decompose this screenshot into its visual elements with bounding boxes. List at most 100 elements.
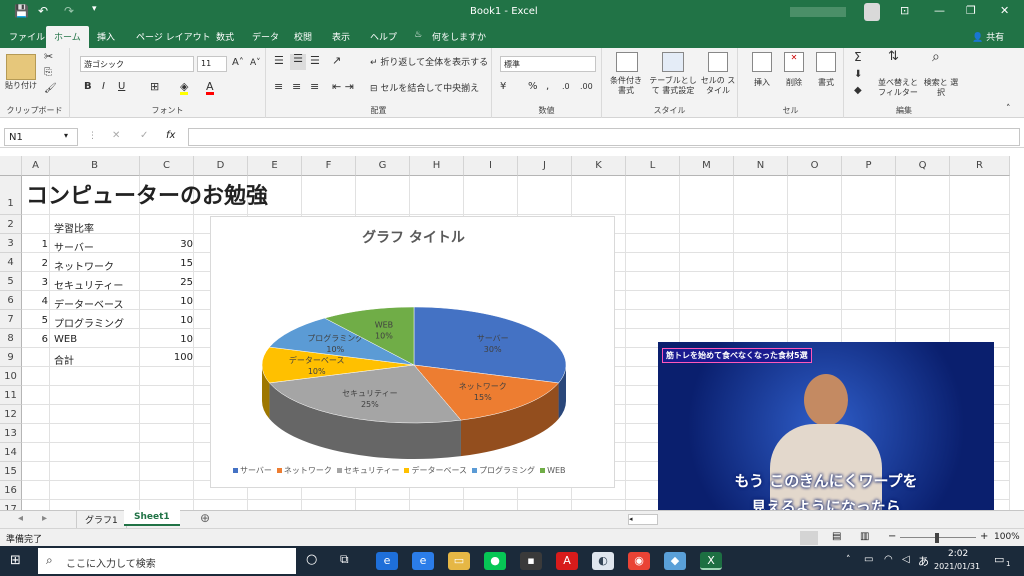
sort-filter-icon[interactable]: ⇅ <box>888 50 899 63</box>
zoom-level[interactable]: 100% <box>994 532 1020 542</box>
format-as-table-button[interactable]: テーブルとして 書式設定 <box>646 76 700 96</box>
item-value[interactable]: 15 <box>160 258 193 269</box>
row-header[interactable]: 14 <box>0 443 22 462</box>
add-sheet-icon[interactable]: ⊕ <box>200 511 210 525</box>
sheet-title[interactable]: コンピューターのお勉強 <box>26 178 268 210</box>
legend-item[interactable]: WEB <box>540 466 566 475</box>
column-header[interactable]: E <box>248 156 302 176</box>
ie-icon[interactable]: e <box>412 552 434 570</box>
cut-icon[interactable]: ✂ <box>44 51 53 62</box>
clear-icon[interactable]: ◆ <box>854 86 862 96</box>
align-right-icon[interactable]: ≡ <box>310 81 319 92</box>
item-number[interactable]: 3 <box>22 277 48 288</box>
item-number[interactable]: 1 <box>22 239 48 250</box>
collapse-ribbon-icon[interactable]: ˄ <box>1006 104 1011 114</box>
row-header[interactable]: 17 <box>0 500 22 510</box>
prev-sheet-icon[interactable]: ◂ <box>18 513 23 524</box>
row-header[interactable]: 2 <box>0 215 22 234</box>
row-header[interactable]: 3 <box>0 234 22 253</box>
customize-quick-access-icon[interactable]: ▾ <box>92 4 97 14</box>
tab-view[interactable]: 表示 <box>332 30 350 43</box>
notification-icon[interactable]: ▭ <box>994 553 1004 566</box>
sort-filter-button[interactable]: 並べ替えと フィルター <box>876 78 920 98</box>
fill-color-icon[interactable]: ◈ <box>180 81 189 95</box>
find-icon[interactable]: ⌕ <box>932 50 940 64</box>
column-header[interactable]: O <box>788 156 842 176</box>
row-header[interactable]: 10 <box>0 367 22 386</box>
row-header[interactable]: 8 <box>0 329 22 348</box>
cancel-icon[interactable]: ✕ <box>112 130 120 141</box>
excel-icon[interactable]: X <box>700 552 722 570</box>
name-box-dropdown-icon[interactable]: ▾ <box>64 131 68 140</box>
zoom-out-icon[interactable]: − <box>888 531 896 542</box>
column-header[interactable]: M <box>680 156 734 176</box>
redo-icon[interactable]: ↷ <box>64 4 74 18</box>
font-name-combo[interactable]: 游ゴシック <box>80 56 194 72</box>
tell-me-search[interactable]: 何をしますか <box>432 30 486 43</box>
select-all-corner[interactable] <box>0 156 22 176</box>
legend-item[interactable]: ネットワーク <box>276 466 332 475</box>
insert-cells-button[interactable]: 挿入 <box>744 78 780 88</box>
total-label[interactable]: 合計 <box>54 352 74 367</box>
tab-formulas[interactable]: 数式 <box>216 30 234 43</box>
sheet-tab-graph1[interactable]: グラフ1 <box>76 511 127 528</box>
tray-chevron-icon[interactable]: ˄ <box>846 555 851 565</box>
next-sheet-icon[interactable]: ▸ <box>42 513 47 524</box>
row-header[interactable]: 16 <box>0 481 22 500</box>
copy-icon[interactable]: ⎘ <box>44 68 52 78</box>
app2-icon[interactable]: ◐ <box>592 552 614 570</box>
total-value[interactable]: 100 <box>160 352 193 363</box>
column-header[interactable]: A <box>22 156 50 176</box>
cell-styles-button[interactable]: セルの スタイル <box>700 76 736 96</box>
number-format-combo[interactable]: 標準 <box>500 56 596 72</box>
percent-icon[interactable]: % <box>528 82 538 92</box>
paste-button[interactable]: 貼り付け <box>2 81 40 91</box>
increase-font-icon[interactable]: A˄ <box>232 58 244 68</box>
conditional-format-icon[interactable] <box>616 52 638 72</box>
column-header[interactable]: B <box>50 156 140 176</box>
restore-icon[interactable]: ❐ <box>966 4 976 17</box>
column-header[interactable]: D <box>194 156 248 176</box>
column-header[interactable]: L <box>626 156 680 176</box>
item-name[interactable]: WEB <box>54 334 77 345</box>
row-header[interactable]: 5 <box>0 272 22 291</box>
clock-date[interactable]: 2021/01/31 <box>934 562 980 571</box>
comma-icon[interactable]: , <box>546 82 549 92</box>
row-header[interactable]: 7 <box>0 310 22 329</box>
task-view-icon[interactable]: ⧉ <box>340 552 349 567</box>
column-header[interactable]: I <box>464 156 518 176</box>
app3-icon[interactable]: ◆ <box>664 552 686 570</box>
tab-data[interactable]: データ <box>252 30 279 43</box>
column-header[interactable]: Q <box>896 156 950 176</box>
item-number[interactable]: 4 <box>22 296 48 307</box>
item-number[interactable]: 2 <box>22 258 48 269</box>
row-header[interactable]: 15 <box>0 462 22 481</box>
tab-home[interactable]: ホーム <box>46 26 89 48</box>
row-header[interactable]: 6 <box>0 291 22 310</box>
row-header[interactable]: 9 <box>0 348 22 367</box>
column-header[interactable]: C <box>140 156 194 176</box>
start-icon[interactable]: ⊞ <box>10 553 21 568</box>
taskbar-search[interactable]: ⌕ ここに入力して検索 <box>38 548 296 574</box>
item-value[interactable]: 25 <box>160 277 193 288</box>
insert-function-icon[interactable]: fx <box>166 130 175 141</box>
item-name[interactable]: サーバー <box>54 239 94 254</box>
legend-item[interactable]: データーベース <box>404 466 467 475</box>
item-number[interactable]: 6 <box>22 334 48 345</box>
autosum-icon[interactable]: Σ <box>854 51 862 63</box>
page-break-view-icon[interactable]: ▥ <box>860 531 869 542</box>
item-name[interactable]: ネットワーク <box>54 258 114 273</box>
format-as-table-icon[interactable] <box>662 52 684 72</box>
align-middle-icon[interactable]: ☰ <box>290 53 306 70</box>
volume-icon[interactable]: ◁ <box>902 554 910 565</box>
legend-item[interactable]: セキュリティー <box>336 466 399 475</box>
cortana-icon[interactable]: ○ <box>306 552 317 567</box>
font-color-icon[interactable]: A <box>206 81 214 95</box>
column-header[interactable]: F <box>302 156 356 176</box>
column-header[interactable]: K <box>572 156 626 176</box>
merge-center-button[interactable]: ⊟ セルを結合して中央揃え <box>370 84 479 94</box>
italic-icon[interactable]: I <box>102 82 105 92</box>
paste-icon[interactable] <box>6 54 36 80</box>
column-header[interactable]: P <box>842 156 896 176</box>
tab-file[interactable]: ファイル <box>9 30 45 43</box>
